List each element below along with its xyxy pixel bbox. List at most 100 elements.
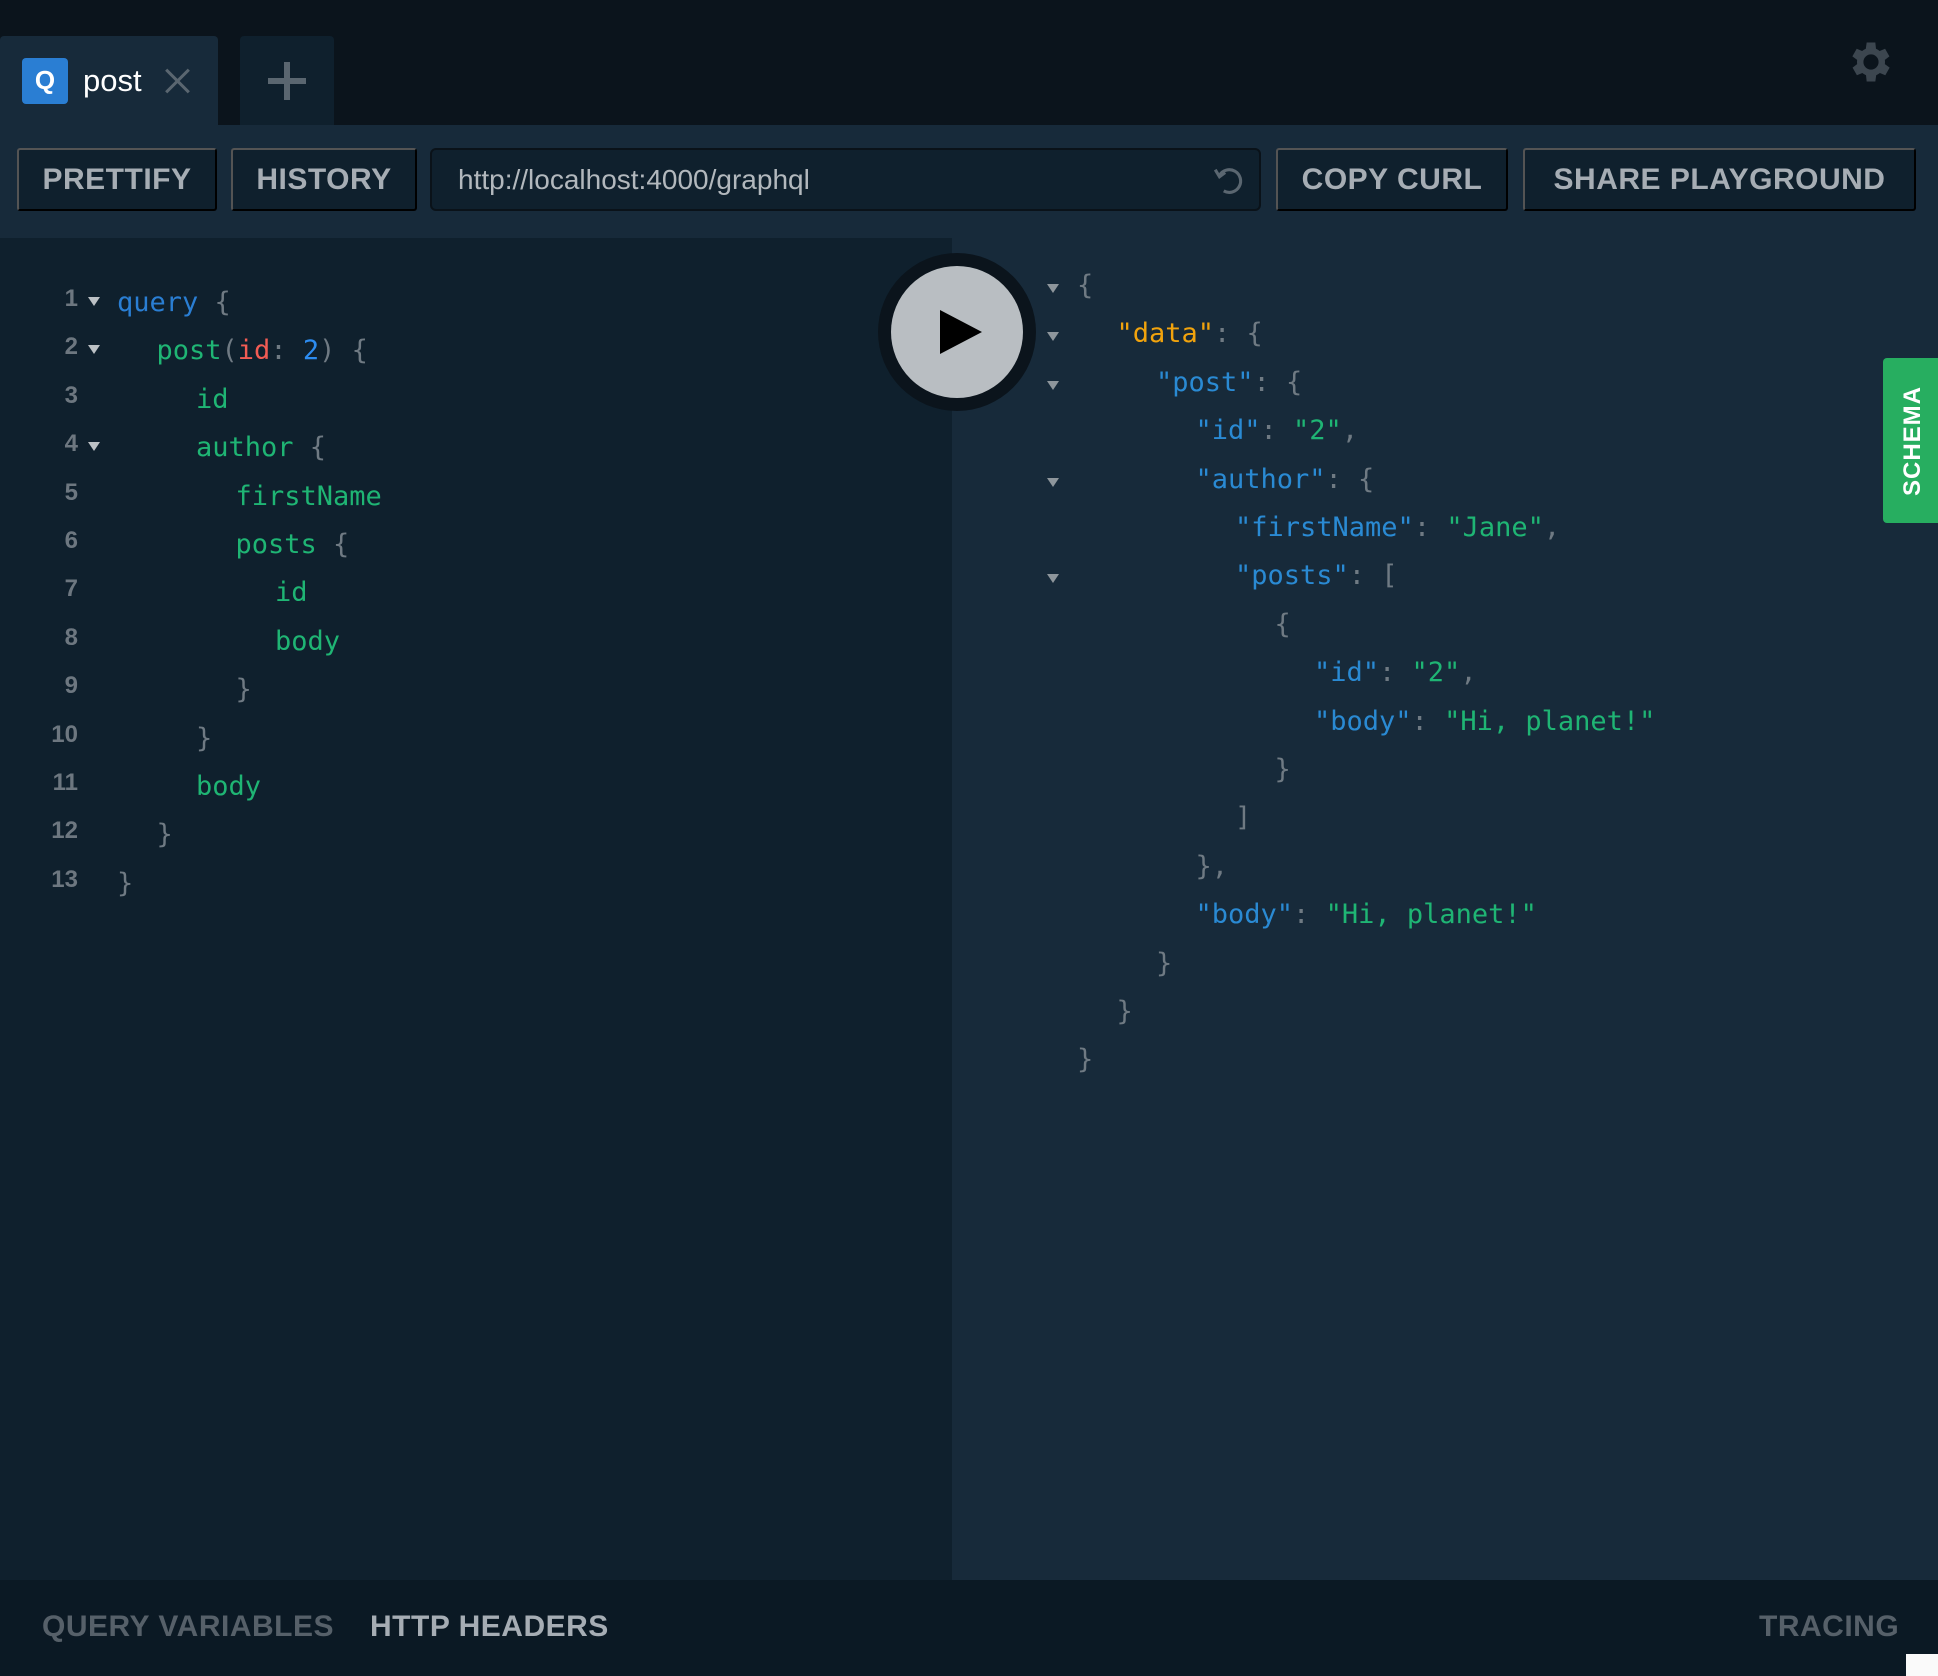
- result-text: "body": "Hi, planet!": [1314, 706, 1655, 737]
- result-line: }: [952, 994, 1932, 1042]
- line-number: 1: [64, 285, 78, 312]
- result-line: {: [952, 607, 1932, 655]
- plus-icon: [268, 61, 306, 100]
- prettify-button[interactable]: PRETTIFY: [17, 148, 217, 211]
- token-punct: {: [1077, 270, 1094, 301]
- result-text: }: [1117, 996, 1133, 1027]
- token-punct: : {: [1253, 366, 1303, 398]
- result-text: {: [1077, 270, 1093, 301]
- token-key: "id": [1314, 657, 1380, 689]
- tab-bar: Q post: [0, 0, 1938, 125]
- result-line: }: [952, 946, 1932, 994]
- code-text: }: [196, 723, 212, 754]
- line-number: 13: [51, 865, 78, 893]
- code-text: firstName: [236, 481, 382, 512]
- fold-arrow-icon[interactable]: [1047, 574, 1059, 584]
- fold-arrow-icon[interactable]: [88, 442, 100, 452]
- token-punct: ,: [1460, 657, 1477, 689]
- result-text: "id": "2",: [1314, 657, 1477, 688]
- fold-arrow-icon[interactable]: [88, 297, 100, 306]
- result-text: "data": {: [1117, 318, 1263, 349]
- token-punct: :: [1379, 657, 1412, 689]
- new-tab-button[interactable]: [240, 36, 334, 125]
- result-line: "post": {: [952, 365, 1932, 413]
- endpoint-url-text: http://localhost:4000/graphql: [458, 163, 810, 195]
- token-punct: {: [293, 432, 327, 464]
- token-str: "Jane": [1446, 512, 1544, 543]
- fold-arrow-icon[interactable]: [1047, 284, 1059, 293]
- tracing-tab[interactable]: TRACING: [1759, 1610, 1899, 1644]
- token-punct: ,: [1543, 512, 1561, 543]
- result-line: ]: [952, 800, 1932, 848]
- editor-line[interactable]: 3 id: [0, 382, 900, 430]
- query-variables-tab[interactable]: QUERY VARIABLES: [42, 1610, 334, 1644]
- editor-line[interactable]: 12}: [0, 817, 900, 865]
- editor-line[interactable]: 9}: [0, 672, 900, 720]
- token-key: "id": [1195, 415, 1261, 447]
- token-key: "posts": [1235, 560, 1349, 592]
- token-num: 2: [302, 335, 320, 367]
- line-number: 2: [64, 333, 78, 361]
- fold-arrow-icon[interactable]: [88, 345, 100, 355]
- token-punct: ) {: [319, 335, 368, 367]
- result-line: "id": "2",: [952, 413, 1932, 461]
- http-headers-tab[interactable]: HTTP HEADERS: [370, 1610, 609, 1644]
- tab-post[interactable]: Q post: [0, 36, 218, 125]
- gear-icon[interactable]: [1845, 36, 1897, 88]
- corner-widget: [1906, 1654, 1938, 1676]
- result-text: },: [1196, 851, 1229, 882]
- query-badge-icon: Q: [22, 57, 68, 104]
- editor-line[interactable]: 8 body: [0, 624, 900, 672]
- share-playground-button[interactable]: SHARE PLAYGROUND: [1523, 148, 1916, 211]
- bottom-panel-bar: QUERY VARIABLES HTTP HEADERS TRACING: [0, 1580, 1938, 1676]
- fold-arrow-icon[interactable]: [1047, 332, 1059, 342]
- token-field: posts: [235, 529, 317, 560]
- code-text: body: [275, 626, 340, 657]
- schema-tab[interactable]: SCHEMA: [1883, 358, 1938, 523]
- copy-curl-button[interactable]: COPY CURL: [1276, 148, 1508, 211]
- endpoint-url-input[interactable]: http://localhost:4000/graphql: [430, 148, 1261, 211]
- token-punct: : [: [1348, 560, 1398, 592]
- fold-arrow-icon[interactable]: [1047, 380, 1059, 390]
- token-punct: }: [1274, 754, 1291, 785]
- code-text: }: [117, 868, 133, 899]
- result-line: {: [952, 268, 1932, 316]
- line-number: 10: [51, 720, 78, 748]
- play-button-face: [891, 266, 1023, 398]
- editor-line[interactable]: 2 post(id: 2) {: [0, 333, 900, 381]
- editor-line[interactable]: 13}: [0, 866, 900, 914]
- token-punct: }: [117, 867, 134, 899]
- result-line: }: [952, 1042, 1932, 1090]
- token-key: "firstName": [1235, 512, 1414, 543]
- result-text: }: [1156, 948, 1172, 979]
- editor-line[interactable]: 7 id: [0, 575, 900, 623]
- editor-line[interactable]: 1 query {: [0, 285, 900, 333]
- result-line: "data": {: [952, 316, 1932, 364]
- editor-line[interactable]: 4 author {: [0, 430, 900, 478]
- editor-line[interactable]: 11 body: [0, 769, 900, 817]
- close-icon[interactable]: [164, 68, 190, 94]
- reload-schema-icon[interactable]: [1211, 164, 1245, 198]
- token-punct: :: [1413, 512, 1447, 543]
- editor-line[interactable]: 10}: [0, 721, 900, 769]
- code-text: body: [196, 771, 261, 802]
- token-punct: {: [198, 287, 231, 318]
- token-str: "2": [1293, 415, 1342, 447]
- result-text: }: [1275, 754, 1291, 785]
- token-punct: ,: [1341, 415, 1359, 447]
- token-str: "Hi, planet!": [1325, 899, 1537, 931]
- token-field: firstName: [235, 480, 382, 512]
- token-kw: query: [117, 287, 199, 318]
- history-button[interactable]: HISTORY: [231, 148, 417, 211]
- editor-line[interactable]: 5 firstName: [0, 479, 900, 527]
- token-key: "post": [1156, 366, 1254, 398]
- editor-line[interactable]: 6 posts {: [0, 527, 900, 575]
- fold-arrow-icon[interactable]: [1047, 477, 1059, 487]
- token-field: post: [156, 335, 222, 367]
- token-punct: },: [1195, 850, 1229, 882]
- execute-query-button[interactable]: [878, 253, 1036, 411]
- line-number: 8: [64, 623, 78, 651]
- result-line: "author": {: [952, 462, 1932, 510]
- result-line: "posts": [: [952, 558, 1932, 606]
- query-editor[interactable]: 1 query {2 post(id: 2) {3 id 4 author {5 first…: [0, 238, 952, 1580]
